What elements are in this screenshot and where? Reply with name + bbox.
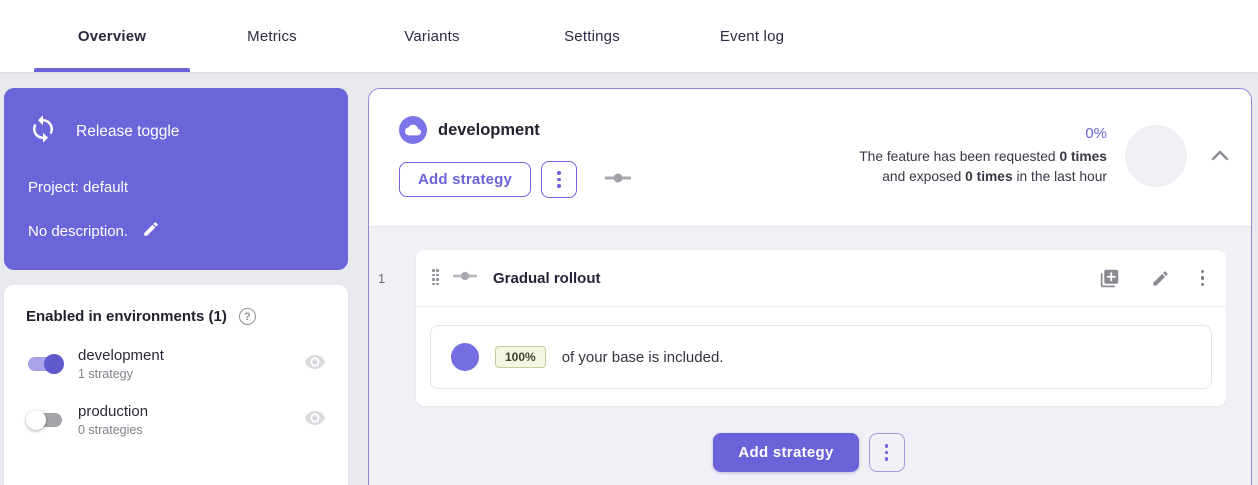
- add-strategy-button[interactable]: Add strategy: [399, 162, 531, 197]
- tab-overview[interactable]: Overview: [32, 0, 192, 72]
- metrics-percentage: 0%: [859, 125, 1107, 142]
- production-toggle[interactable]: [26, 409, 64, 431]
- eye-icon[interactable]: [304, 407, 326, 434]
- tab-metrics[interactable]: Metrics: [192, 0, 352, 72]
- add-strategy-more-button[interactable]: [869, 433, 905, 472]
- eye-icon[interactable]: [304, 351, 326, 378]
- feature-type-card: Release toggle Project: default No descr…: [4, 88, 348, 270]
- edit-strategy-icon[interactable]: [1149, 267, 1172, 290]
- env-row-production: production 0 strategies: [26, 403, 326, 437]
- strategy-list: 1 Gradual rollout: [369, 227, 1251, 472]
- rollout-pie-chart: [451, 343, 479, 371]
- kebab-icon: [885, 444, 889, 461]
- rollout-strategy-icon: [453, 269, 477, 287]
- cloud-icon: [399, 116, 427, 144]
- feature-type-label: Release toggle: [76, 123, 179, 141]
- tab-event-log[interactable]: Event log: [672, 0, 832, 72]
- strategy-more-icon[interactable]: [1199, 268, 1207, 289]
- kebab-icon: [1201, 270, 1205, 287]
- env-strategy-count: 1 strategy: [78, 367, 164, 381]
- strategy-name: Gradual rollout: [493, 270, 601, 287]
- metrics-summary: 0% The feature has been requested 0 time…: [859, 125, 1233, 187]
- metrics-donut-chart: [1125, 125, 1187, 187]
- left-sidebar: Release toggle Project: default No descr…: [4, 88, 348, 485]
- environments-card: Enabled in environments (1) ? developmen…: [4, 285, 348, 485]
- kebab-icon: [557, 171, 561, 188]
- environment-name: development: [438, 121, 540, 140]
- chevron-up-icon[interactable]: [1207, 145, 1233, 168]
- drag-handle-icon[interactable]: [432, 269, 440, 287]
- release-toggle-icon: [28, 114, 58, 149]
- feature-tabbar: Overview Metrics Variants Settings Event…: [0, 0, 1258, 72]
- env-name: development: [78, 347, 164, 364]
- environment-header: development Add strategy 0% The feature …: [369, 89, 1251, 227]
- tab-variants[interactable]: Variants: [352, 0, 512, 72]
- environment-more-button[interactable]: [541, 161, 577, 198]
- strategy-card-gradual-rollout: Gradual rollout: [416, 250, 1226, 406]
- strategy-index: 1: [378, 271, 385, 286]
- tab-settings[interactable]: Settings: [512, 0, 672, 72]
- env-row-development: development 1 strategy: [26, 347, 326, 381]
- metrics-line-2: and exposed 0 times in the last hour: [859, 167, 1107, 187]
- rollout-summary: 100% of your base is included.: [430, 325, 1212, 389]
- development-toggle[interactable]: [26, 353, 64, 375]
- rollout-strategy-icon: [605, 171, 631, 189]
- env-name: production: [78, 403, 148, 420]
- copy-strategy-icon[interactable]: [1097, 266, 1122, 291]
- metrics-line-1: The feature has been requested 0 times: [859, 147, 1107, 167]
- help-icon[interactable]: ?: [239, 308, 256, 325]
- env-strategy-count: 0 strategies: [78, 423, 148, 437]
- environment-accordion-development: development Add strategy 0% The feature …: [368, 88, 1252, 485]
- edit-description-icon[interactable]: [142, 220, 160, 242]
- environments-card-title: Enabled in environments (1): [26, 308, 227, 325]
- add-strategy-button-primary[interactable]: Add strategy: [713, 433, 858, 472]
- project-label: Project: default: [28, 179, 128, 196]
- rollout-percentage-badge: 100%: [495, 346, 546, 368]
- description-label: No description.: [28, 223, 128, 240]
- rollout-description: of your base is included.: [562, 349, 724, 366]
